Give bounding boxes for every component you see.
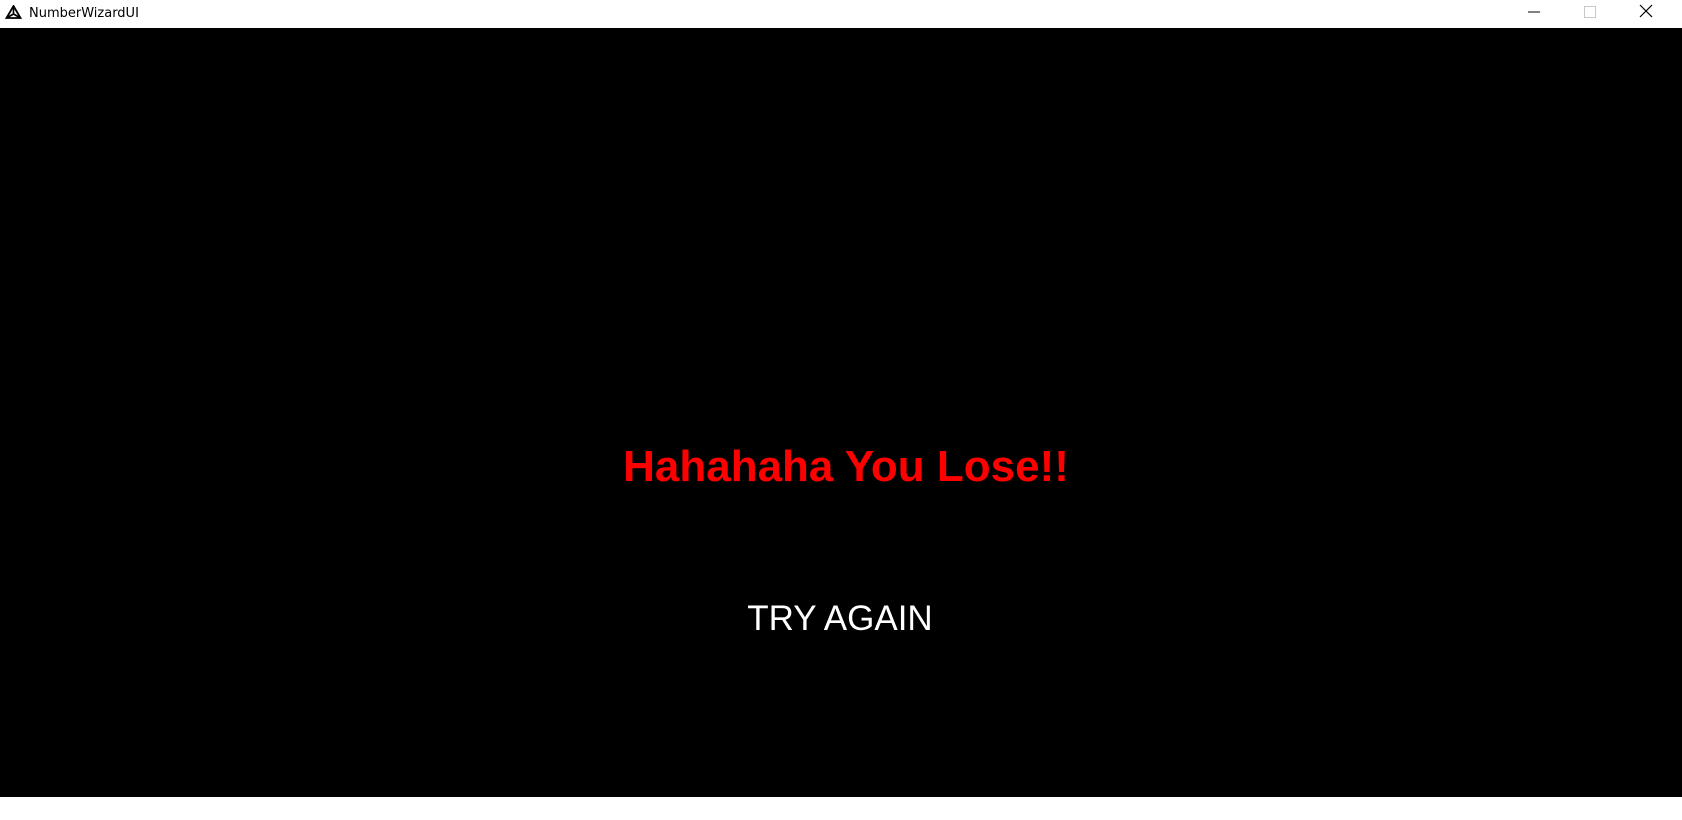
unity-logo-icon — [4, 4, 23, 22]
maximize-button[interactable] — [1562, 0, 1618, 27]
minimize-icon — [1528, 5, 1540, 23]
close-icon — [1639, 4, 1653, 23]
lose-message: Hahahaha You Lose!! — [623, 442, 1069, 491]
game-canvas — [0, 28, 1682, 797]
app-window: NumberWizardUI Hahahaha You Lose!! TRY A… — [0, 0, 1682, 820]
title-bar[interactable]: NumberWizardUI — [0, 0, 1682, 27]
maximize-icon — [1584, 5, 1596, 23]
close-button[interactable] — [1618, 0, 1674, 27]
window-title: NumberWizardUI — [29, 6, 139, 21]
minimize-button[interactable] — [1506, 0, 1562, 27]
window-bottom-border — [0, 797, 1682, 820]
try-again-button[interactable]: TRY AGAIN — [740, 596, 940, 642]
